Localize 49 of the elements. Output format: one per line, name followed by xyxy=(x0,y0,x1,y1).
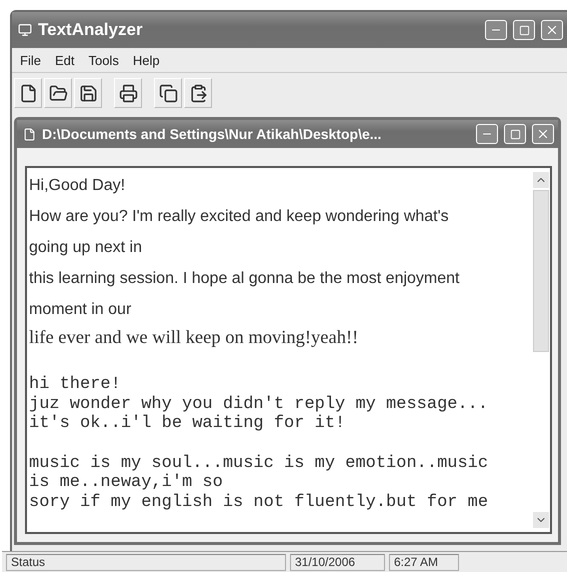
text-area[interactable] xyxy=(25,166,552,534)
maximize-button[interactable] xyxy=(513,20,535,40)
menu-item[interactable]: File xyxy=(20,52,41,68)
text-line: How are you? I'm really excited and keep wondering what's xyxy=(29,207,450,227)
text-line: music is my soul...music is my emotion..music xyxy=(29,454,490,473)
text-line: it's ok..i'l be waiting for it! xyxy=(29,414,346,434)
document-icon xyxy=(23,128,36,140)
copy-icon xyxy=(158,84,178,102)
save-icon xyxy=(78,84,98,102)
minimize-button[interactable] xyxy=(476,124,498,144)
text-line: this learning session. I hope al gonna be the most enjoyment xyxy=(29,269,460,289)
scroll-thumb[interactable] xyxy=(533,190,549,352)
maximize-icon xyxy=(518,24,530,36)
text-line: life ever and we will keep on moving!yeah!! xyxy=(29,327,360,350)
menu-item[interactable]: Edt xyxy=(54,52,74,68)
scroll-up-button[interactable] xyxy=(533,172,549,188)
copy-button[interactable] xyxy=(154,78,182,108)
printer-icon xyxy=(118,84,138,102)
document-title: D:\Documents and Settings\Nur Atikah\Desktop\e... xyxy=(42,126,382,142)
maximize-icon xyxy=(510,128,520,140)
close-button[interactable] xyxy=(541,20,563,40)
menu-item[interactable]: Help xyxy=(132,52,160,68)
maximize-button[interactable] xyxy=(504,124,526,144)
scroll-down-button[interactable] xyxy=(533,512,549,528)
save-button[interactable] xyxy=(74,78,102,108)
text-line: sory if my english is not fluently.but for me xyxy=(29,492,490,512)
close-icon xyxy=(545,23,559,37)
app-icon xyxy=(18,23,32,37)
minimize-button[interactable] xyxy=(485,20,507,40)
printer-button[interactable] xyxy=(114,78,142,108)
text-line: going up next in xyxy=(29,238,143,258)
new-file-button[interactable] xyxy=(14,78,42,108)
status-pane: 31/10/2006 xyxy=(290,554,385,570)
paste-icon xyxy=(188,84,208,102)
paste-button[interactable] xyxy=(184,78,212,108)
text-line: hi there! xyxy=(29,375,122,394)
text-line: Hi,Good Day! xyxy=(29,176,126,196)
open-folder-icon xyxy=(48,84,68,102)
open-folder-button[interactable] xyxy=(44,78,72,108)
new-file-icon xyxy=(18,84,38,102)
close-icon xyxy=(536,127,550,141)
status-pane: 6:27 AM xyxy=(389,554,459,570)
menu-item[interactable]: Tools xyxy=(88,52,119,68)
text-line: is me..neway,i'm so xyxy=(29,473,224,492)
text-line: moment in our xyxy=(29,300,132,320)
text-line: juz wonder why you didn't reply my message... xyxy=(29,394,490,414)
close-button[interactable] xyxy=(532,124,554,144)
status-pane: Status xyxy=(6,554,286,570)
window-title: TextAnalyzer xyxy=(38,20,144,40)
